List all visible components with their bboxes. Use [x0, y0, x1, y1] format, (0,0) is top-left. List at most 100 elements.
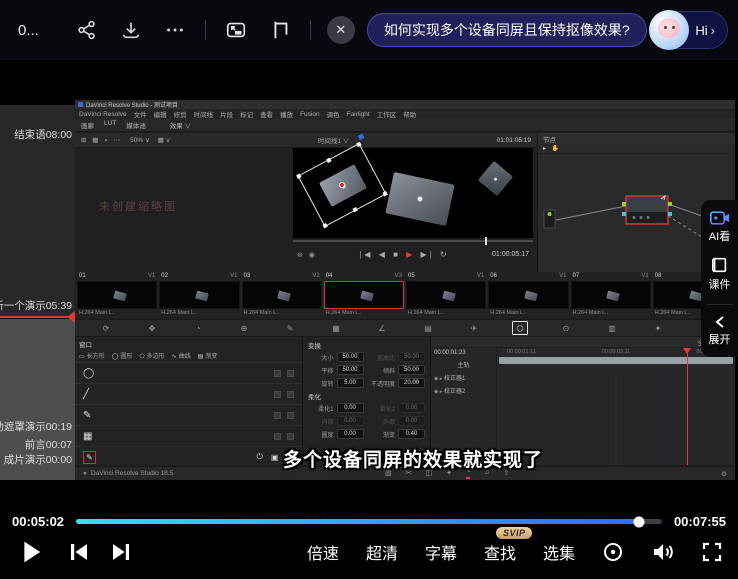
- fullscreen-icon: [702, 542, 722, 562]
- playback-speed-button[interactable]: 倍速: [307, 540, 339, 564]
- current-time: 00:05:02: [12, 514, 64, 529]
- share-icon: [76, 19, 98, 41]
- chapter-label: 成片演示00:00: [4, 452, 72, 467]
- keyframe-playhead: [687, 348, 688, 465]
- clip-image: [324, 281, 404, 309]
- progress-handle[interactable]: [633, 516, 644, 527]
- quality-button[interactable]: 超清: [366, 540, 398, 564]
- episodes-button[interactable]: 选集: [543, 540, 575, 564]
- viewer-option-icons: [297, 250, 317, 259]
- download-button[interactable]: [114, 13, 148, 47]
- clip-codec: H.264 Main L..: [159, 309, 239, 316]
- window-list-row: ◯: [75, 363, 302, 384]
- clip-codec: H.264 Main L..: [488, 309, 568, 316]
- viewer-jog-bar: [293, 240, 533, 242]
- clip-image: [406, 281, 486, 309]
- power-icon: ⏻: [257, 452, 263, 462]
- status-settings-icon: ⚙: [721, 470, 727, 478]
- keyframe-track-row: 校正器2: [431, 384, 496, 397]
- transport-timecode: 01:00:05:17: [492, 251, 529, 258]
- menu-item: 帮助: [403, 109, 416, 119]
- menu-item: 片段: [220, 109, 233, 119]
- video-frame[interactable]: 结束语08:00 新一个演示05:39 手动遮罩演示00:19 前言00:07 …: [0, 60, 738, 505]
- find-button[interactable]: SVIP 查找: [484, 540, 516, 564]
- menu-item: 调色: [327, 109, 340, 119]
- close-question-button[interactable]: ✕: [327, 16, 355, 44]
- picture-in-picture-button[interactable]: [219, 13, 253, 47]
- transform-field: 宽高比50.00: [370, 352, 426, 362]
- menu-item: DaVinci Resolve: [79, 111, 127, 118]
- share-button[interactable]: [70, 13, 104, 47]
- clip-track: V1: [559, 273, 566, 281]
- clip-track: V1: [477, 273, 484, 281]
- clip-thumbnail: 01 V1 H.264 Main L..: [77, 273, 157, 317]
- video-subtitle: 多个设备同屏的效果就实现了: [283, 445, 543, 472]
- fullscreen-button[interactable]: [702, 542, 722, 562]
- ruler-timecode: 00:00:03:11: [602, 349, 631, 355]
- menu-item: Fusion: [300, 111, 320, 118]
- screencast-button[interactable]: [602, 541, 624, 563]
- chapter-label: 前言00:07: [25, 437, 72, 452]
- svip-badge: SVIP: [496, 527, 533, 539]
- assistant-greeting: Hi: [695, 23, 707, 38]
- menu-item: 查看: [260, 109, 273, 119]
- menu-item: 播放: [280, 109, 293, 119]
- solid-icon: ▣: [271, 453, 279, 462]
- laptop-image-center: [385, 172, 454, 226]
- color-tool-icon: ▥: [604, 321, 620, 335]
- clip-codec: H.264 Main L..: [324, 309, 404, 316]
- expand-button[interactable]: 展开: [709, 315, 731, 347]
- color-tool-icon: ⬡: [512, 321, 528, 335]
- color-tool-icon: ✥: [144, 321, 160, 335]
- ai-watch-button[interactable]: AI看: [709, 210, 730, 244]
- transform-field: 平移50.00: [308, 365, 364, 375]
- resolve-menu-bar: DaVinci Resolve文件编辑修剪时间线片段标记查看播放Fusion调色…: [75, 109, 735, 119]
- soften-title: 柔化: [308, 391, 425, 401]
- chapter-playhead-marker: [0, 316, 75, 318]
- ai-question-pill[interactable]: 如何实现多个设备同屏且保持抠像效果?: [367, 13, 647, 47]
- clip-track: V3: [395, 273, 402, 281]
- color-viewer: [293, 148, 533, 238]
- menu-item: 文件: [134, 109, 147, 119]
- picture-in-picture-icon: [224, 19, 248, 41]
- window-list-row: ✎: [75, 405, 302, 426]
- play-button[interactable]: [22, 540, 42, 564]
- progress-bar[interactable]: [76, 519, 662, 524]
- menu-item: 工作区: [377, 109, 397, 119]
- selection-center-handle: [338, 181, 346, 189]
- screenshot-button[interactable]: [263, 13, 297, 47]
- toolbar-divider: [205, 20, 206, 40]
- color-tool-icon: ∠: [374, 321, 390, 335]
- clip-number: 03: [244, 273, 251, 281]
- next-episode-button[interactable]: [110, 541, 132, 563]
- menu-item: Fairlight: [347, 111, 370, 118]
- color-tool-icon: ⊙: [558, 321, 574, 335]
- color-tool-icon: ▤: [420, 321, 436, 335]
- clip-thumbnail: 04 V3 H.264 Main L..: [324, 273, 404, 317]
- question-text: 如何实现多个设备同屏且保持抠像效果?: [384, 20, 630, 40]
- color-tool-icon: ✈: [466, 321, 482, 335]
- clip-number: 02: [161, 273, 168, 281]
- subtitles-button[interactable]: 字幕: [425, 540, 457, 564]
- effects-dropdown: 效果 ∨: [170, 120, 191, 130]
- resolve-window-title: DaVinci Resolve Studio - 测试项目: [86, 100, 178, 109]
- courseware-button[interactable]: 课件: [709, 256, 731, 292]
- ai-camera-icon: [710, 210, 730, 226]
- more-options-button[interactable]: [158, 13, 192, 47]
- chapter-label: 新一个演示05:39: [0, 298, 72, 313]
- clip-number: 05: [408, 273, 415, 281]
- soften-field: 内部0.00: [308, 416, 364, 426]
- play-icon: ▶: [406, 250, 415, 259]
- shape-tool: ◯圆形: [112, 351, 133, 360]
- volume-button[interactable]: [651, 541, 675, 563]
- player-control-bar: 00:05:02 00:07:55: [0, 505, 738, 579]
- shape-tool: ▤渐变: [198, 351, 218, 360]
- davinci-resolve-window: DaVinci Resolve Studio - 测试项目 DaVinci Re…: [75, 100, 735, 480]
- ai-assistant-button[interactable]: Hi: [650, 11, 728, 49]
- color-tools-row: ⟳✥◔⊕✎▦∠▤✈⬡⊙▥✦⌗: [75, 319, 735, 337]
- previous-episode-button[interactable]: [68, 541, 90, 563]
- progress-fill: [76, 519, 638, 524]
- soften-field: 柔化20.00: [370, 403, 426, 413]
- toolbar-item: 媒体池: [126, 120, 146, 130]
- clip-number: 08: [655, 273, 662, 281]
